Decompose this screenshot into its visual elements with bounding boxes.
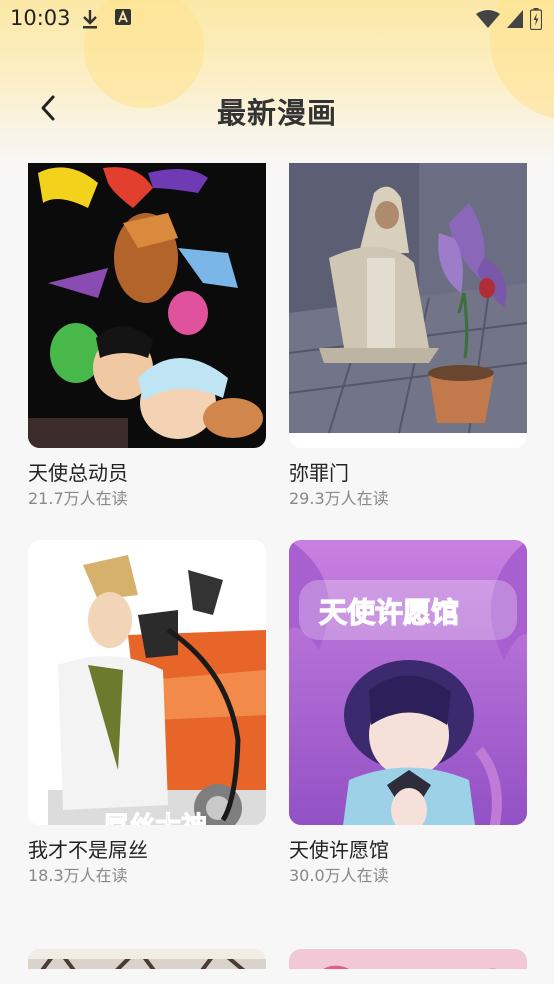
wifi-icon bbox=[476, 9, 500, 33]
comic-cover-image[interactable] bbox=[289, 949, 527, 969]
page-title: 最新漫画 bbox=[216, 96, 337, 130]
comic-title: 我才不是屌丝 bbox=[28, 838, 148, 862]
nav-bar: 最新漫画 bbox=[0, 80, 554, 136]
comic-title: 天使许愿馆 bbox=[289, 838, 389, 862]
comic-readers-count: 18.3万人在读 bbox=[28, 866, 128, 885]
comic-card[interactable] bbox=[289, 949, 527, 969]
comic-cover-image[interactable] bbox=[28, 949, 266, 969]
cover-logo-text: 天使许愿馆 bbox=[319, 596, 459, 629]
comic-readers-count: 30.0万人在读 bbox=[289, 866, 389, 885]
download-icon bbox=[80, 8, 100, 34]
comic-card[interactable]: 屌丝大神 我才不是屌丝 18.3万人在读 bbox=[28, 540, 266, 887]
comic-card[interactable]: 天使总动员 21.7万人在读 bbox=[28, 163, 266, 510]
comic-title: 天使总动员 bbox=[28, 461, 128, 485]
comic-cover-image[interactable] bbox=[28, 163, 266, 448]
comic-card[interactable] bbox=[28, 949, 266, 969]
a-notification-icon bbox=[114, 8, 132, 34]
battery-charging-icon bbox=[529, 8, 543, 34]
comic-cover-image[interactable]: 屌丝大神 bbox=[28, 540, 266, 825]
comic-grid[interactable]: 天使总动员 21.7万人在读 弥罪门 29.3万人在读 我才不是屌丝 18.3万… bbox=[0, 163, 554, 969]
comic-card[interactable]: 弥罪门 29.3万人在读 bbox=[289, 163, 527, 510]
comic-cover-image[interactable]: 天使许愿馆 bbox=[289, 540, 527, 825]
comic-readers-count: 21.7万人在读 bbox=[28, 489, 128, 508]
status-bar: 10:03 bbox=[0, 0, 554, 38]
signal-icon bbox=[506, 9, 524, 33]
comic-cover-image[interactable] bbox=[289, 163, 527, 448]
status-time: 10:03 bbox=[10, 6, 71, 30]
cover-logo-text: 屌丝大神 bbox=[103, 812, 207, 825]
comic-title: 弥罪门 bbox=[289, 461, 349, 485]
comic-card[interactable]: 天使许愿馆 天使许愿馆 30.0万人在读 bbox=[289, 540, 527, 887]
comic-readers-count: 29.3万人在读 bbox=[289, 489, 389, 508]
